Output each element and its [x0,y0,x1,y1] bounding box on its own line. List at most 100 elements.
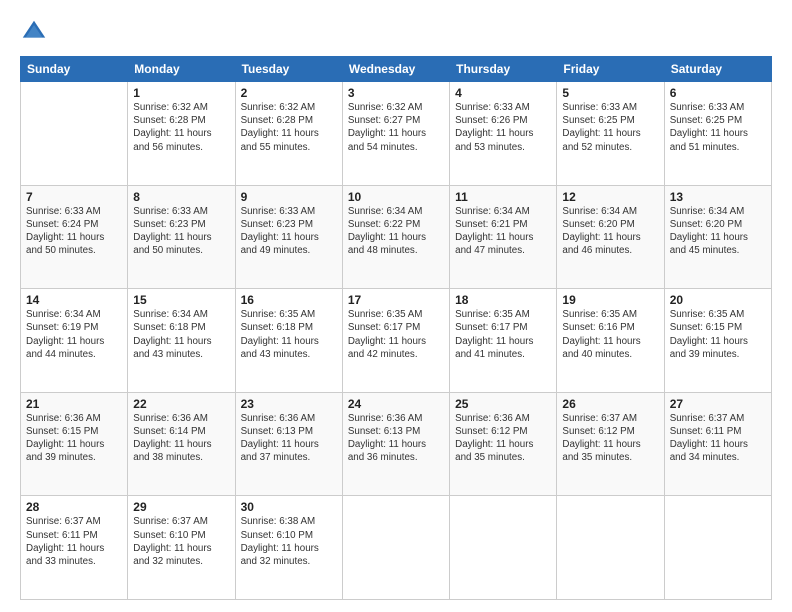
day-number: 19 [562,293,658,307]
page: SundayMondayTuesdayWednesdayThursdayFrid… [0,0,792,612]
day-number: 26 [562,397,658,411]
day-number: 22 [133,397,229,411]
day-info: Sunrise: 6:35 AM Sunset: 6:17 PM Dayligh… [348,308,444,361]
calendar-cell: 26Sunrise: 6:37 AM Sunset: 6:12 PM Dayli… [557,392,664,496]
day-number: 27 [670,397,766,411]
weekday-header-row: SundayMondayTuesdayWednesdayThursdayFrid… [21,57,772,82]
day-info: Sunrise: 6:33 AM Sunset: 6:25 PM Dayligh… [562,101,658,154]
day-number: 24 [348,397,444,411]
day-number: 11 [455,190,551,204]
day-number: 21 [26,397,122,411]
day-info: Sunrise: 6:37 AM Sunset: 6:12 PM Dayligh… [562,412,658,465]
day-info: Sunrise: 6:33 AM Sunset: 6:23 PM Dayligh… [133,205,229,258]
day-number: 13 [670,190,766,204]
day-info: Sunrise: 6:37 AM Sunset: 6:11 PM Dayligh… [670,412,766,465]
calendar-header: SundayMondayTuesdayWednesdayThursdayFrid… [21,57,772,82]
calendar-cell: 28Sunrise: 6:37 AM Sunset: 6:11 PM Dayli… [21,496,128,600]
day-number: 12 [562,190,658,204]
calendar-cell: 19Sunrise: 6:35 AM Sunset: 6:16 PM Dayli… [557,289,664,393]
day-info: Sunrise: 6:38 AM Sunset: 6:10 PM Dayligh… [241,515,337,568]
calendar-week-4: 21Sunrise: 6:36 AM Sunset: 6:15 PM Dayli… [21,392,772,496]
weekday-header-saturday: Saturday [664,57,771,82]
logo-icon [20,18,48,46]
day-number: 1 [133,86,229,100]
day-number: 16 [241,293,337,307]
weekday-header-wednesday: Wednesday [342,57,449,82]
calendar-cell: 2Sunrise: 6:32 AM Sunset: 6:28 PM Daylig… [235,82,342,186]
day-info: Sunrise: 6:32 AM Sunset: 6:28 PM Dayligh… [241,101,337,154]
calendar-cell: 9Sunrise: 6:33 AM Sunset: 6:23 PM Daylig… [235,185,342,289]
day-info: Sunrise: 6:34 AM Sunset: 6:20 PM Dayligh… [670,205,766,258]
weekday-header-thursday: Thursday [450,57,557,82]
calendar-cell [21,82,128,186]
logo [20,18,52,46]
header [20,18,772,46]
day-number: 14 [26,293,122,307]
day-info: Sunrise: 6:35 AM Sunset: 6:15 PM Dayligh… [670,308,766,361]
day-number: 2 [241,86,337,100]
calendar-cell: 12Sunrise: 6:34 AM Sunset: 6:20 PM Dayli… [557,185,664,289]
day-number: 25 [455,397,551,411]
day-info: Sunrise: 6:36 AM Sunset: 6:14 PM Dayligh… [133,412,229,465]
day-info: Sunrise: 6:33 AM Sunset: 6:26 PM Dayligh… [455,101,551,154]
calendar-cell: 30Sunrise: 6:38 AM Sunset: 6:10 PM Dayli… [235,496,342,600]
day-number: 28 [26,500,122,514]
calendar-cell [664,496,771,600]
calendar-cell: 15Sunrise: 6:34 AM Sunset: 6:18 PM Dayli… [128,289,235,393]
day-info: Sunrise: 6:33 AM Sunset: 6:25 PM Dayligh… [670,101,766,154]
calendar-cell: 29Sunrise: 6:37 AM Sunset: 6:10 PM Dayli… [128,496,235,600]
calendar-cell: 8Sunrise: 6:33 AM Sunset: 6:23 PM Daylig… [128,185,235,289]
day-number: 7 [26,190,122,204]
day-info: Sunrise: 6:32 AM Sunset: 6:28 PM Dayligh… [133,101,229,154]
calendar-cell: 18Sunrise: 6:35 AM Sunset: 6:17 PM Dayli… [450,289,557,393]
day-info: Sunrise: 6:35 AM Sunset: 6:18 PM Dayligh… [241,308,337,361]
calendar-week-2: 7Sunrise: 6:33 AM Sunset: 6:24 PM Daylig… [21,185,772,289]
weekday-header-sunday: Sunday [21,57,128,82]
calendar-cell: 14Sunrise: 6:34 AM Sunset: 6:19 PM Dayli… [21,289,128,393]
calendar-cell: 1Sunrise: 6:32 AM Sunset: 6:28 PM Daylig… [128,82,235,186]
day-number: 15 [133,293,229,307]
calendar-cell: 27Sunrise: 6:37 AM Sunset: 6:11 PM Dayli… [664,392,771,496]
calendar-cell: 10Sunrise: 6:34 AM Sunset: 6:22 PM Dayli… [342,185,449,289]
day-number: 3 [348,86,444,100]
weekday-header-tuesday: Tuesday [235,57,342,82]
calendar-cell: 21Sunrise: 6:36 AM Sunset: 6:15 PM Dayli… [21,392,128,496]
calendar-cell: 17Sunrise: 6:35 AM Sunset: 6:17 PM Dayli… [342,289,449,393]
day-number: 8 [133,190,229,204]
day-number: 29 [133,500,229,514]
day-number: 4 [455,86,551,100]
day-info: Sunrise: 6:36 AM Sunset: 6:13 PM Dayligh… [348,412,444,465]
calendar-cell: 25Sunrise: 6:36 AM Sunset: 6:12 PM Dayli… [450,392,557,496]
day-info: Sunrise: 6:36 AM Sunset: 6:12 PM Dayligh… [455,412,551,465]
day-number: 5 [562,86,658,100]
calendar-cell: 11Sunrise: 6:34 AM Sunset: 6:21 PM Dayli… [450,185,557,289]
day-info: Sunrise: 6:34 AM Sunset: 6:19 PM Dayligh… [26,308,122,361]
day-number: 9 [241,190,337,204]
calendar-cell: 22Sunrise: 6:36 AM Sunset: 6:14 PM Dayli… [128,392,235,496]
day-number: 20 [670,293,766,307]
weekday-header-friday: Friday [557,57,664,82]
day-info: Sunrise: 6:36 AM Sunset: 6:13 PM Dayligh… [241,412,337,465]
day-number: 17 [348,293,444,307]
calendar-cell: 3Sunrise: 6:32 AM Sunset: 6:27 PM Daylig… [342,82,449,186]
day-info: Sunrise: 6:34 AM Sunset: 6:21 PM Dayligh… [455,205,551,258]
day-number: 6 [670,86,766,100]
day-number: 30 [241,500,337,514]
day-number: 10 [348,190,444,204]
calendar-cell: 23Sunrise: 6:36 AM Sunset: 6:13 PM Dayli… [235,392,342,496]
calendar-cell: 20Sunrise: 6:35 AM Sunset: 6:15 PM Dayli… [664,289,771,393]
day-info: Sunrise: 6:37 AM Sunset: 6:11 PM Dayligh… [26,515,122,568]
calendar-cell: 6Sunrise: 6:33 AM Sunset: 6:25 PM Daylig… [664,82,771,186]
day-number: 23 [241,397,337,411]
day-number: 18 [455,293,551,307]
day-info: Sunrise: 6:34 AM Sunset: 6:18 PM Dayligh… [133,308,229,361]
calendar-week-3: 14Sunrise: 6:34 AM Sunset: 6:19 PM Dayli… [21,289,772,393]
day-info: Sunrise: 6:34 AM Sunset: 6:22 PM Dayligh… [348,205,444,258]
calendar-body: 1Sunrise: 6:32 AM Sunset: 6:28 PM Daylig… [21,82,772,600]
calendar-cell [450,496,557,600]
calendar-week-1: 1Sunrise: 6:32 AM Sunset: 6:28 PM Daylig… [21,82,772,186]
calendar-cell: 5Sunrise: 6:33 AM Sunset: 6:25 PM Daylig… [557,82,664,186]
calendar-cell: 13Sunrise: 6:34 AM Sunset: 6:20 PM Dayli… [664,185,771,289]
day-info: Sunrise: 6:37 AM Sunset: 6:10 PM Dayligh… [133,515,229,568]
calendar-cell: 24Sunrise: 6:36 AM Sunset: 6:13 PM Dayli… [342,392,449,496]
